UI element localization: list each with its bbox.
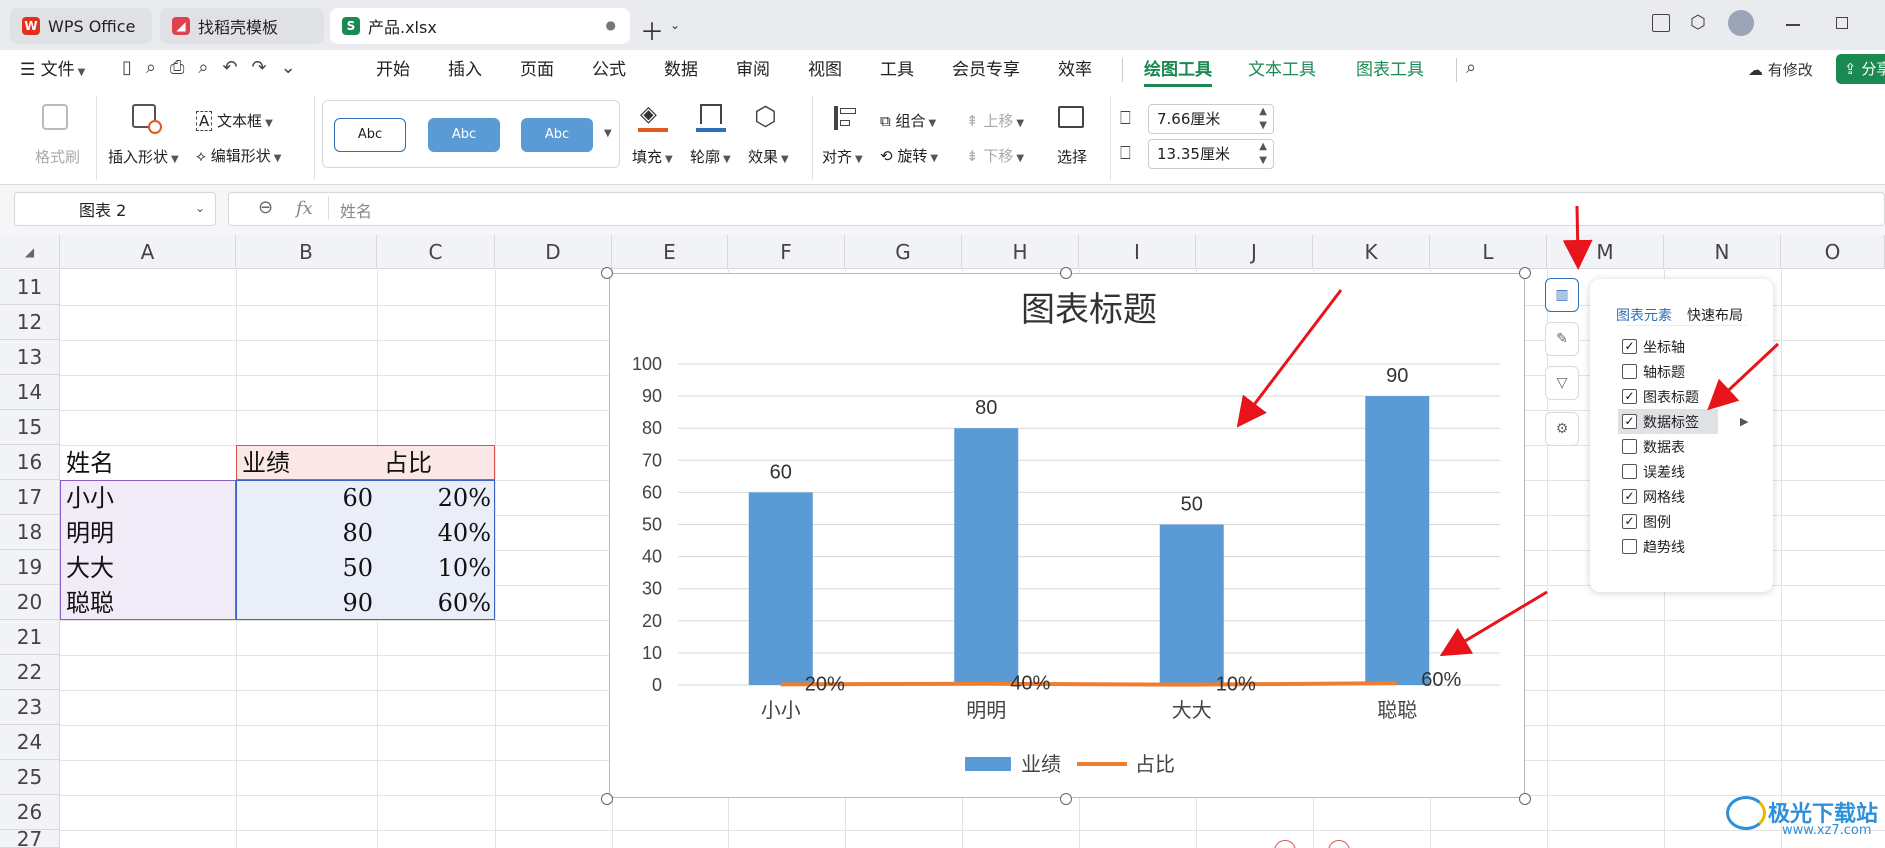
- arrow-icon: [1236, 289, 1343, 428]
- watermark-logo-icon: [1726, 796, 1766, 830]
- annotation-arrows: [1236, 205, 1780, 657]
- arrow-icon: [1439, 590, 1548, 657]
- watermark-url: www.xz7.com: [1782, 823, 1872, 838]
- arrow-icon: [1707, 342, 1780, 411]
- arrow-icon: [1562, 205, 1593, 270]
